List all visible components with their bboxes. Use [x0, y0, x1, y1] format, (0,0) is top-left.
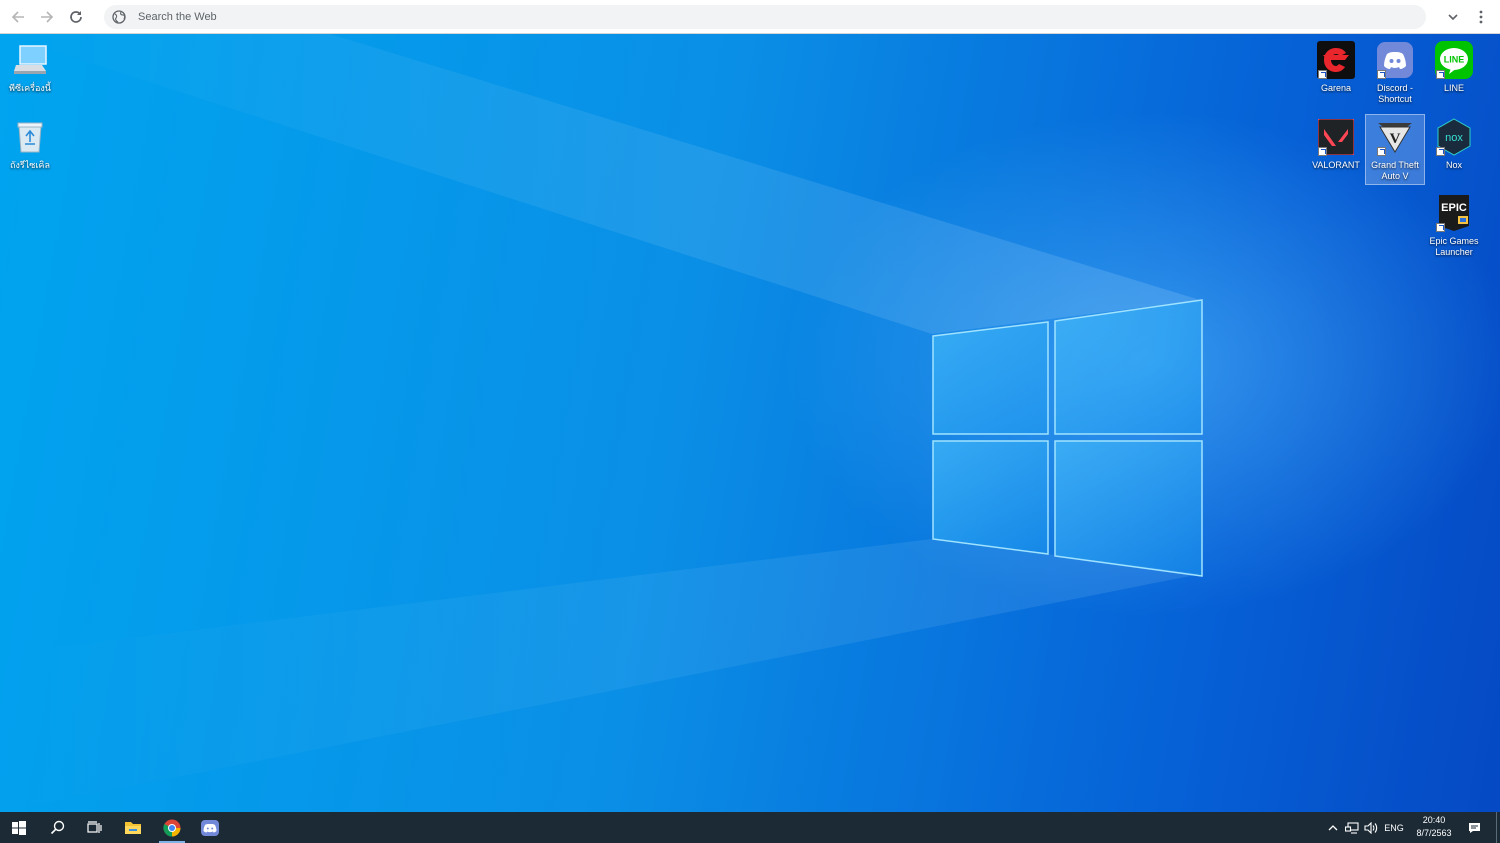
desktop-icon-line[interactable]: LINE LINE: [1425, 38, 1483, 96]
discord-icon: [1376, 41, 1414, 79]
desktop-icon-label: ถังรีไซเคิล: [10, 160, 50, 170]
globe-icon: [112, 10, 126, 24]
gta-badge-text: V: [1390, 131, 1401, 147]
windows-start-icon: [12, 820, 26, 835]
browser-menu-button[interactable]: [1470, 6, 1492, 28]
desktop-icon-label: Epic Games Launcher: [1429, 236, 1479, 257]
start-button[interactable]: [0, 812, 38, 843]
arrow-right-icon: [41, 11, 54, 23]
desktop-icon-nox[interactable]: nox Nox: [1425, 115, 1483, 173]
clock-time: 20:40: [1422, 815, 1446, 825]
task-view-button[interactable]: [75, 812, 113, 843]
desktop-icon-label: Discord - Shortcut: [1376, 83, 1413, 104]
volume-icon: [1364, 821, 1378, 834]
notification-icon: [1468, 822, 1480, 833]
arrow-left-icon: [11, 11, 24, 23]
taskbar: ENG 20:40 8/7/2563: [0, 812, 1500, 843]
this-pc-icon: [11, 41, 49, 79]
recycle-bin-icon: [11, 118, 49, 156]
discord-icon: [201, 819, 219, 836]
show-desktop-button[interactable]: [1496, 812, 1500, 843]
clock[interactable]: 20:40 8/7/2563: [1409, 814, 1459, 842]
clock-date: 8/7/2563: [1416, 828, 1452, 838]
desktop-icon-recycle-bin[interactable]: ถังรีไซเคิล: [1, 115, 59, 173]
input-language-button[interactable]: ENG: [1382, 812, 1406, 843]
chevron-down-icon: [1448, 14, 1458, 21]
shortcut-arrow-icon: [1436, 223, 1445, 232]
shortcut-arrow-icon: [1318, 70, 1327, 79]
shortcut-arrow-icon: [1436, 70, 1445, 79]
folder-icon: [125, 822, 141, 834]
nox-icon: nox: [1435, 118, 1473, 156]
shortcut-arrow-icon: [1436, 147, 1445, 156]
network-icon: [1345, 821, 1359, 834]
epic-games-icon: EPIC: [1435, 194, 1473, 232]
volume-button[interactable]: [1362, 812, 1380, 843]
kebab-menu-icon: [1479, 10, 1483, 24]
search-input[interactable]: [136, 5, 1416, 29]
network-status-button[interactable]: [1343, 812, 1361, 843]
shortcut-arrow-icon: [1377, 70, 1386, 79]
discord-taskbar-button[interactable]: [191, 812, 229, 843]
browser-toolbar: [0, 0, 1500, 34]
tab-search-button[interactable]: [1442, 6, 1464, 28]
desktop-icon-valorant[interactable]: VALORANT: [1307, 115, 1365, 173]
show-hidden-icons-button[interactable]: [1326, 812, 1340, 843]
desktop-icon-this-pc[interactable]: พีซีเครื่องนี้: [1, 38, 59, 96]
epic-badge-text: EPIC: [1441, 202, 1467, 214]
chevron-up-icon: [1328, 824, 1338, 830]
reload-icon: [70, 11, 82, 23]
desktop-icon-epic-games[interactable]: EPIC Epic Games Launcher: [1425, 191, 1483, 260]
line-icon: LINE: [1435, 41, 1473, 79]
back-button[interactable]: [7, 6, 29, 28]
garena-icon: [1317, 41, 1355, 79]
forward-button[interactable]: [36, 6, 58, 28]
desktop[interactable]: พีซีเครื่องนี้ ถังรีไซเคิล Garena Discor…: [0, 34, 1500, 812]
desktop-icon-label: Grand Theft Auto V: [1371, 160, 1419, 181]
shortcut-arrow-icon: [1377, 147, 1386, 156]
desktop-icon-label: VALORANT: [1312, 160, 1360, 170]
shortcut-arrow-icon: [1318, 147, 1327, 156]
desktop-icon-garena[interactable]: Garena: [1307, 38, 1365, 96]
desktop-icon-label: Garena: [1320, 83, 1352, 93]
gta-v-icon: V: [1376, 118, 1414, 156]
taskbar-search-button[interactable]: [38, 812, 76, 843]
search-icon: [50, 820, 64, 835]
address-bar[interactable]: [104, 5, 1426, 29]
desktop-icon-discord[interactable]: Discord - Shortcut: [1366, 38, 1424, 107]
chrome-icon: [163, 819, 181, 836]
desktop-icon-label: LINE: [1443, 83, 1464, 93]
nox-badge-text: nox: [1445, 132, 1463, 144]
action-center-button[interactable]: [1463, 812, 1485, 843]
chrome-taskbar-button[interactable]: [153, 812, 191, 843]
valorant-icon: [1317, 118, 1355, 156]
file-explorer-button[interactable]: [114, 812, 152, 843]
task-view-icon: [86, 820, 102, 833]
desktop-icon-label: พีซีเครื่องนี้: [9, 83, 51, 93]
line-badge-text: LINE: [1444, 55, 1465, 65]
reload-button[interactable]: [65, 6, 87, 28]
desktop-icon-gta-v[interactable]: V Grand Theft Auto V: [1365, 114, 1425, 185]
windows-logo-wallpaper: [0, 34, 1203, 812]
desktop-icon-label: Nox: [1445, 160, 1462, 170]
